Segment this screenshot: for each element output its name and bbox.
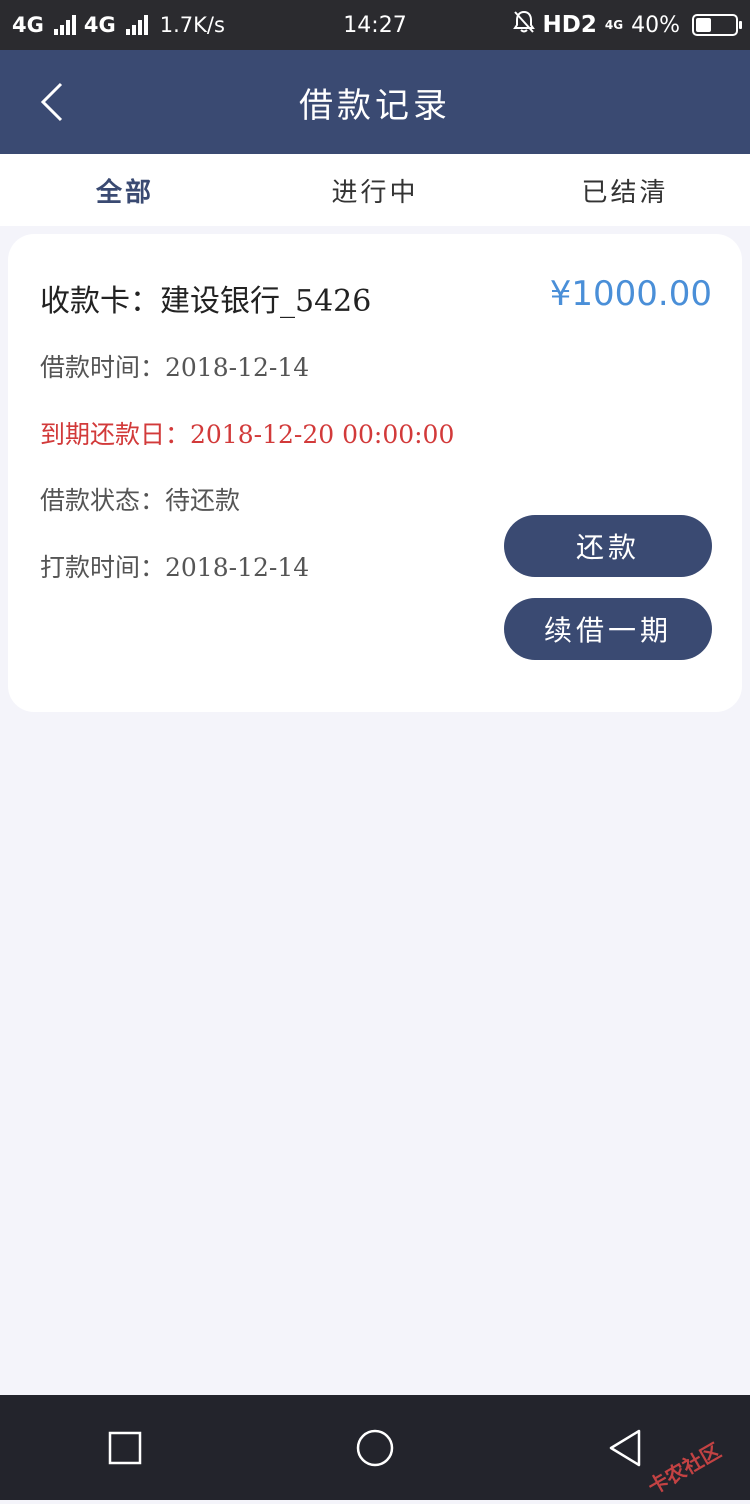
loan-record-card: 收款卡：建设银行_5426 ¥1000.00 借款时间：2018-12-14 到… — [8, 234, 742, 712]
recent-apps-button[interactable] — [85, 1408, 165, 1488]
circle-icon — [355, 1428, 395, 1468]
square-icon — [108, 1431, 142, 1465]
due-date: 到期还款日：2018-12-20 00:00:00 — [40, 415, 454, 451]
battery-percent: 40% — [631, 13, 680, 38]
battery-icon — [692, 14, 738, 36]
sim-network-label: 4G — [605, 19, 623, 31]
network-type-1: 4G — [12, 13, 44, 37]
status-bar: 4G 4G 1.7K/s 14:27 HD2 4G 40% — [0, 0, 750, 50]
tab-settled[interactable]: 已结清 — [500, 154, 750, 226]
payment-time: 打款时间：2018-12-14 — [40, 548, 309, 584]
system-nav-bar — [0, 1395, 750, 1500]
loan-status: 借款状态：待还款 — [40, 481, 240, 517]
mute-bell-icon — [513, 10, 535, 40]
network-type-2: 4G — [84, 13, 116, 37]
loan-time: 借款时间：2018-12-14 — [40, 348, 309, 384]
signal-icon — [54, 15, 76, 35]
tab-in-progress[interactable]: 进行中 — [250, 154, 500, 226]
battery-fill — [696, 18, 711, 32]
network-speed: 1.7K/s — [160, 13, 225, 37]
tab-all[interactable]: 全部 — [0, 154, 250, 226]
app-header: 借款记录 — [0, 50, 750, 154]
status-right: HD2 4G 40% — [513, 10, 738, 40]
home-button[interactable] — [335, 1408, 415, 1488]
status-left: 4G 4G 1.7K/s — [12, 13, 225, 37]
renew-loan-button[interactable]: 续借一期 — [504, 598, 712, 660]
back-button[interactable] — [30, 80, 74, 124]
triangle-back-icon — [607, 1428, 643, 1468]
signal-icon-2 — [126, 15, 148, 35]
hd-label: HD2 — [543, 12, 597, 38]
page-title: 借款记录 — [299, 78, 451, 127]
chevron-left-icon — [39, 80, 65, 124]
tab-bar: 全部 进行中 已结清 — [0, 154, 750, 226]
receiving-card-label: 收款卡：建设银行_5426 — [40, 276, 371, 320]
repay-button[interactable]: 还款 — [504, 515, 712, 577]
loan-amount: ¥1000.00 — [550, 274, 712, 314]
